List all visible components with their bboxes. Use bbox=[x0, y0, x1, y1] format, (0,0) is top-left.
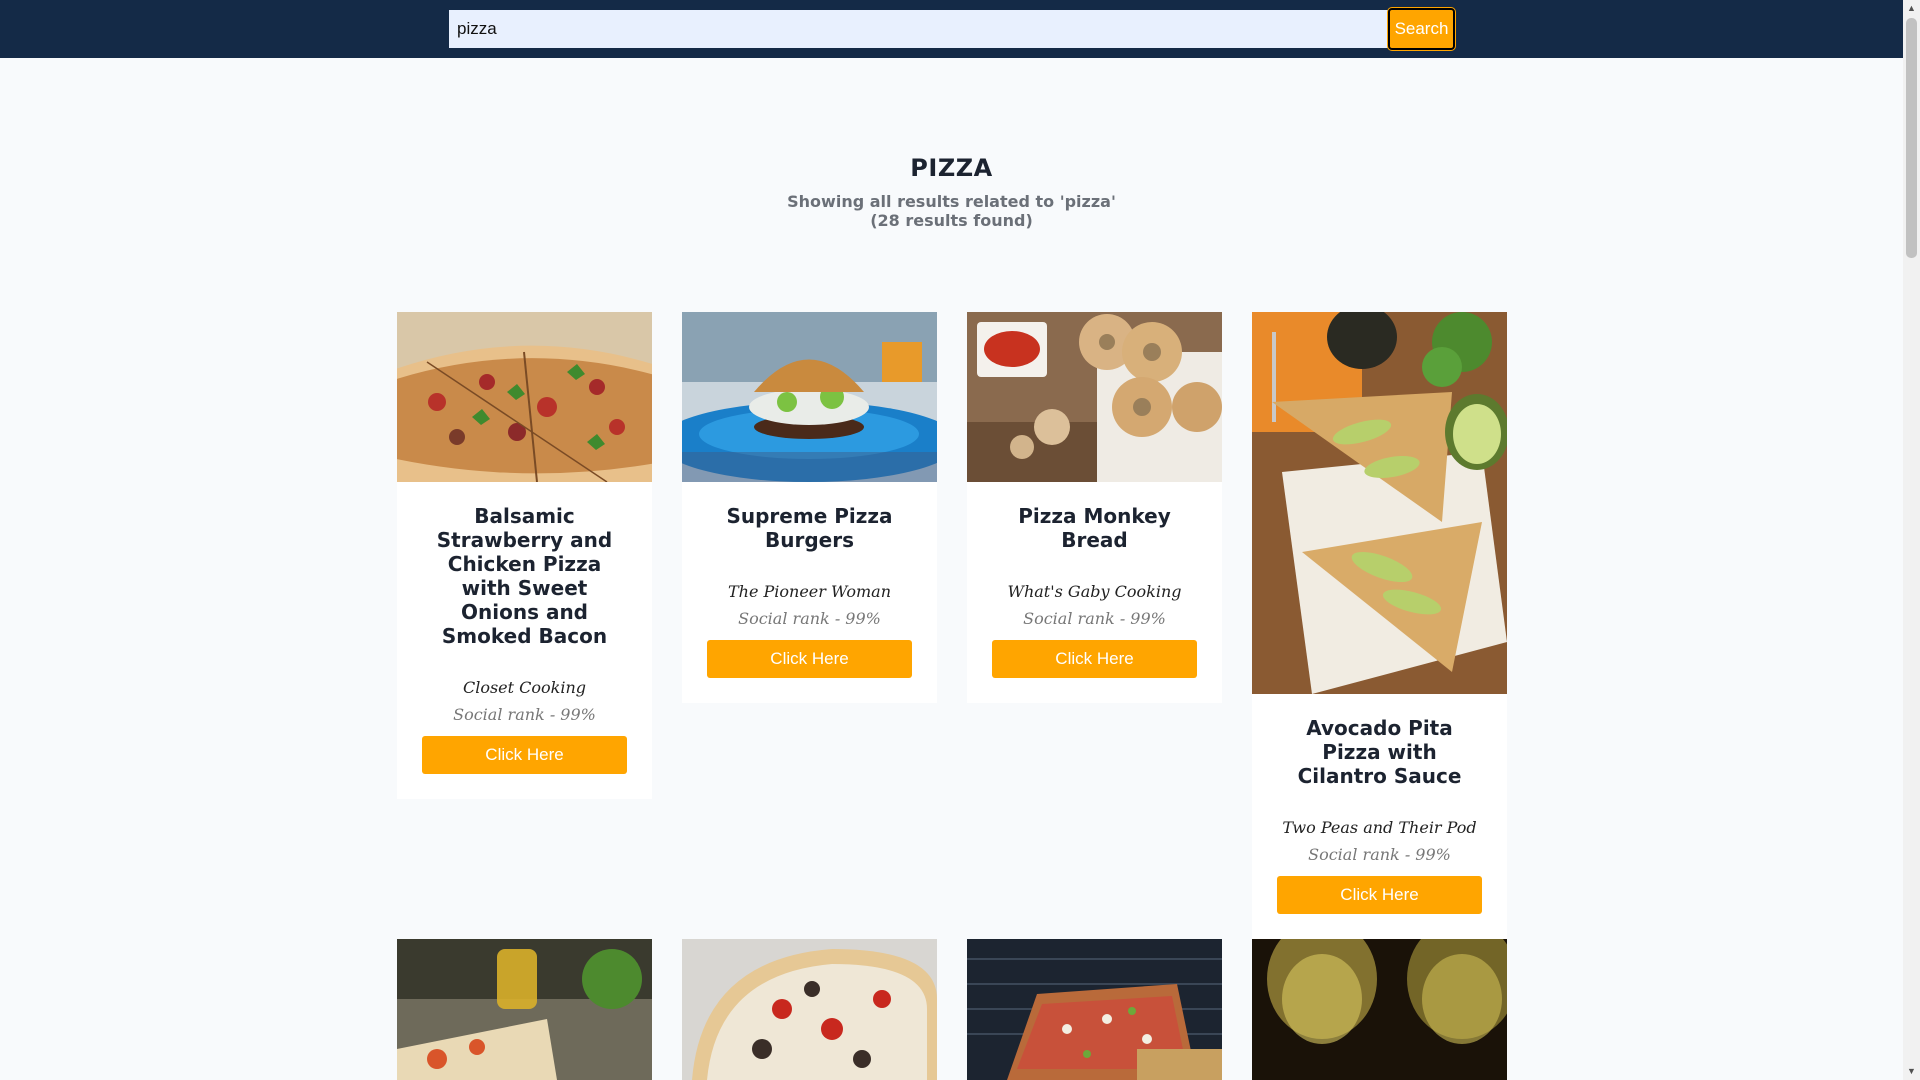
results-count: (28 results found) bbox=[870, 211, 1033, 230]
recipe-publisher: The Pioneer Woman bbox=[727, 582, 892, 601]
recipe-title: Balsamic Strawberry and Chicken Pizza wi… bbox=[436, 504, 613, 648]
recipe-image[interactable] bbox=[397, 939, 652, 1080]
search-button[interactable]: Search bbox=[1388, 8, 1455, 50]
recipe-card: Avocado Pita Pizza with Cilantro Sauce T… bbox=[1252, 312, 1507, 939]
recipe-image[interactable] bbox=[682, 939, 937, 1080]
scroll-up-icon[interactable]: ▲ bbox=[1903, 0, 1920, 17]
top-bar: Search bbox=[0, 0, 1903, 58]
scroll-thumb[interactable] bbox=[1906, 18, 1917, 258]
recipe-card-body: Pizza Monkey Bread What's Gaby Cooking S… bbox=[967, 482, 1222, 703]
recipe-card bbox=[967, 939, 1222, 1080]
recipe-image[interactable] bbox=[967, 939, 1222, 1080]
recipe-card: Supreme Pizza Burgers The Pioneer Woman … bbox=[682, 312, 937, 703]
page-title: PIZZA bbox=[910, 154, 993, 182]
recipe-card bbox=[682, 939, 937, 1080]
recipe-social-rank: Social rank - 99% bbox=[453, 705, 596, 724]
recipe-card-body: Avocado Pita Pizza with Cilantro Sauce T… bbox=[1252, 694, 1507, 939]
recipe-title: Avocado Pita Pizza with Cilantro Sauce bbox=[1297, 716, 1462, 788]
recipe-details-button[interactable]: Click Here bbox=[707, 640, 912, 678]
recipe-publisher: Two Peas and Their Pod bbox=[1282, 818, 1477, 837]
recipe-publisher: What's Gaby Cooking bbox=[1007, 582, 1182, 601]
recipe-image[interactable] bbox=[967, 312, 1222, 482]
recipe-details-button[interactable]: Click Here bbox=[422, 736, 627, 774]
page-scrollbar[interactable]: ▲ ▼ bbox=[1903, 0, 1920, 1080]
recipe-card-body: Balsamic Strawberry and Chicken Pizza wi… bbox=[397, 482, 652, 799]
recipe-image[interactable] bbox=[682, 312, 937, 482]
recipe-card-body: Supreme Pizza Burgers The Pioneer Woman … bbox=[682, 482, 937, 703]
recipe-publisher: Closet Cooking bbox=[462, 678, 587, 697]
recipe-social-rank: Social rank - 99% bbox=[1023, 609, 1166, 628]
recipe-title: Pizza Monkey Bread bbox=[1018, 504, 1171, 552]
recipe-social-rank: Social rank - 99% bbox=[1308, 845, 1451, 864]
recipe-image[interactable] bbox=[1252, 939, 1507, 1080]
scroll-down-icon[interactable]: ▼ bbox=[1903, 1063, 1920, 1080]
results-header: PIZZA Showing all results related to 'pi… bbox=[0, 154, 1903, 230]
search-input[interactable] bbox=[449, 10, 1388, 48]
results-subtitle: Showing all results related to 'pizza' (… bbox=[0, 192, 1903, 230]
recipe-card bbox=[1252, 939, 1507, 1080]
recipe-details-button[interactable]: Click Here bbox=[992, 640, 1197, 678]
recipe-image[interactable] bbox=[397, 312, 652, 482]
recipe-card: Balsamic Strawberry and Chicken Pizza wi… bbox=[397, 312, 652, 799]
recipe-image[interactable] bbox=[1252, 312, 1507, 694]
recipe-details-button[interactable]: Click Here bbox=[1277, 876, 1482, 914]
recipe-card: Pizza Monkey Bread What's Gaby Cooking S… bbox=[967, 312, 1222, 703]
recipe-social-rank: Social rank - 99% bbox=[738, 609, 881, 628]
recipe-card bbox=[397, 939, 652, 1080]
recipe-title: Supreme Pizza Burgers bbox=[726, 504, 893, 552]
results-description: Showing all results related to 'pizza' bbox=[787, 192, 1116, 211]
